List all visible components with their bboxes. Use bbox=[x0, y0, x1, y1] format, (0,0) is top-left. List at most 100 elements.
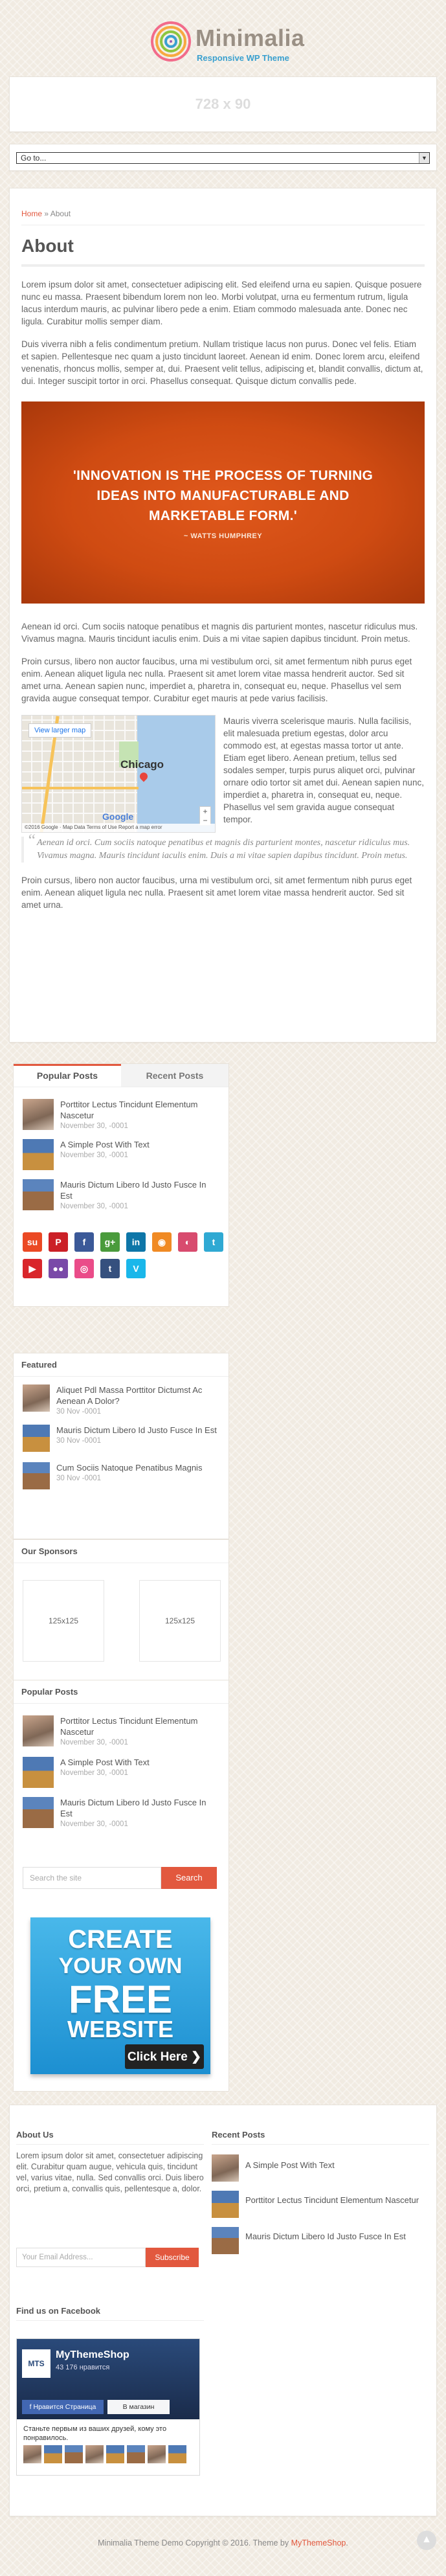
github-icon[interactable]: ◐ bbox=[178, 1232, 197, 1252]
site-tagline: Responsive WP Theme bbox=[197, 53, 289, 63]
top-ad-banner[interactable]: 728 x 90 bbox=[9, 76, 437, 132]
list-item[interactable]: Cum Sociis Natoque Penatibus Magnis 30 N… bbox=[14, 1462, 229, 1500]
breadcrumb-current: About bbox=[50, 209, 71, 218]
facebook-page-logo[interactable]: MTS bbox=[22, 2349, 50, 2378]
vimeo-icon[interactable]: V bbox=[126, 1259, 146, 1278]
sponsor-ad[interactable]: 125x125 bbox=[139, 1580, 221, 1662]
breadcrumb-separator: » bbox=[44, 209, 49, 218]
chevron-down-icon[interactable]: ▼ bbox=[419, 153, 429, 163]
post-thumbnail[interactable] bbox=[212, 2227, 239, 2254]
dribbble-icon[interactable]: ◎ bbox=[74, 1259, 94, 1278]
tab-recent-posts[interactable]: Recent Posts bbox=[121, 1064, 229, 1087]
avatar[interactable] bbox=[168, 2445, 186, 2463]
post-title[interactable]: A Simple Post With Text bbox=[60, 1757, 150, 1768]
google-logo: Google bbox=[102, 811, 134, 822]
post-thumbnail[interactable] bbox=[212, 2154, 239, 2182]
post-title[interactable]: Mauris Dictum Libero Id Justo Fusce In E… bbox=[60, 1797, 219, 1819]
post-thumbnail[interactable] bbox=[23, 1797, 54, 1828]
footer-recent-list: A Simple Post With Text Porttitor Lectus… bbox=[212, 2154, 429, 2263]
embedded-map[interactable]: View larger map Chicago + − Google ©2016 … bbox=[21, 715, 216, 833]
list-item[interactable]: Porttitor Lectus Tincidunt Elementum Nas… bbox=[212, 2191, 429, 2227]
post-title[interactable]: Cum Sociis Natoque Penatibus Magnis bbox=[56, 1462, 202, 1473]
back-to-top-icon[interactable]: ▲ bbox=[417, 2531, 436, 2550]
map-zoom-control[interactable]: + − bbox=[199, 806, 211, 826]
facebook-page-name[interactable]: MyThemeShop bbox=[56, 2349, 129, 2361]
linkedin-icon[interactable]: in bbox=[126, 1232, 146, 1252]
post-title[interactable]: A Simple Post With Text bbox=[245, 2160, 335, 2171]
list-item[interactable]: Mauris Dictum Libero Id Justo Fusce In E… bbox=[14, 1179, 229, 1223]
post-thumbnail[interactable] bbox=[23, 1099, 54, 1130]
post-thumbnail[interactable] bbox=[23, 1384, 50, 1412]
map-attribution: ©2016 Google · Map Data Terms of Use Rep… bbox=[22, 824, 215, 832]
pinterest-icon[interactable]: P bbox=[49, 1232, 68, 1252]
paragraph: Aenean id orci. Cum sociis natoque penat… bbox=[21, 622, 418, 644]
post-title[interactable]: Mauris Dictum Libero Id Justo Fusce In E… bbox=[60, 1179, 219, 1201]
tumblr-icon[interactable]: t bbox=[100, 1259, 120, 1278]
nav-select[interactable]: Go to... ▼ bbox=[16, 152, 430, 164]
footer-about-title: About Us bbox=[16, 2130, 54, 2140]
post-date: November 30, -0001 bbox=[60, 1820, 128, 1828]
mythemeshop-link[interactable]: MyThemeShop bbox=[291, 2538, 346, 2548]
map-road bbox=[22, 787, 139, 789]
post-thumbnail[interactable] bbox=[23, 1462, 50, 1489]
avatar[interactable] bbox=[106, 2445, 124, 2463]
avatar[interactable] bbox=[148, 2445, 166, 2463]
post-thumbnail[interactable] bbox=[23, 1179, 54, 1210]
list-item[interactable]: Mauris Dictum Libero Id Justo Fusce In E… bbox=[14, 1425, 229, 1462]
widget-title: Featured bbox=[14, 1353, 229, 1377]
post-thumbnail[interactable] bbox=[212, 2191, 239, 2218]
promo-line: YOUR OWN bbox=[58, 1954, 183, 1978]
quote-image-author: ~ WATTS HUMPHREY bbox=[183, 532, 263, 540]
search-input[interactable]: Search the site bbox=[23, 1867, 161, 1889]
post-title[interactable]: Mauris Dictum Libero Id Justo Fusce In E… bbox=[56, 1425, 217, 1436]
post-thumbnail[interactable] bbox=[23, 1715, 54, 1746]
search-button[interactable]: Search bbox=[161, 1867, 217, 1889]
avatar[interactable] bbox=[23, 2445, 41, 2463]
post-title[interactable]: Porttitor Lectus Tincidunt Elementum Nas… bbox=[60, 1715, 219, 1737]
click-here-button[interactable]: Click Here ❯ bbox=[125, 2044, 204, 2069]
widget-title: Our Sponsors bbox=[14, 1540, 229, 1563]
email-field[interactable]: Your Email Address... bbox=[16, 2248, 146, 2267]
post-title[interactable]: Mauris Dictum Libero Id Justo Fusce In E… bbox=[245, 2231, 406, 2242]
facebook-icon[interactable]: f bbox=[74, 1232, 94, 1252]
breadcrumb-home[interactable]: Home bbox=[21, 209, 42, 218]
flickr-icon[interactable]: ●● bbox=[49, 1259, 68, 1278]
youtube-icon[interactable]: ▶ bbox=[23, 1259, 42, 1278]
post-date: 30 Nov -0001 bbox=[56, 1474, 102, 1482]
blockquote-text: Aenean id orci. Cum sociis natoque penat… bbox=[37, 838, 410, 861]
facebook-store-button[interactable]: В магазин bbox=[107, 2400, 170, 2414]
subscribe-button[interactable]: Subscribe bbox=[146, 2248, 199, 2267]
avatar[interactable] bbox=[65, 2445, 83, 2463]
list-item[interactable]: A Simple Post With Text bbox=[212, 2154, 429, 2191]
list-item[interactable]: Aliquet Pdl Massa Porttitor Dictumst Ac … bbox=[14, 1384, 229, 1425]
post-thumbnail[interactable] bbox=[23, 1425, 50, 1452]
post-title[interactable]: Porttitor Lectus Tincidunt Elementum Nas… bbox=[245, 2195, 419, 2206]
rss-icon[interactable]: ◉ bbox=[152, 1232, 172, 1252]
facebook-like-box[interactable]: MTS MyThemeShop 43 176 нравится f Нравит… bbox=[16, 2338, 200, 2476]
googleplus-icon[interactable]: g+ bbox=[100, 1232, 120, 1252]
list-item[interactable]: A Simple Post With Text November 30, -00… bbox=[14, 1139, 229, 1179]
twitter-icon[interactable]: t bbox=[204, 1232, 223, 1252]
site-logo[interactable]: Minimalia Responsive WP Theme bbox=[150, 21, 304, 66]
post-title[interactable]: Porttitor Lectus Tincidunt Elementum Nas… bbox=[60, 1099, 219, 1121]
list-item[interactable]: Mauris Dictum Libero Id Justo Fusce In E… bbox=[14, 1797, 229, 1837]
list-item[interactable]: Porttitor Lectus Tincidunt Elementum Nas… bbox=[14, 1099, 229, 1139]
sponsor-ad[interactable]: 125x125 bbox=[23, 1580, 104, 1662]
post-title[interactable]: A Simple Post With Text bbox=[60, 1139, 150, 1150]
post-thumbnail[interactable] bbox=[23, 1757, 54, 1788]
view-larger-map-button[interactable]: View larger map bbox=[28, 723, 92, 738]
divider bbox=[21, 264, 425, 267]
footer-about-text: Lorem ipsum dolor sit amet, consectetuer… bbox=[16, 2151, 204, 2193]
list-item[interactable]: Mauris Dictum Libero Id Justo Fusce In E… bbox=[212, 2227, 429, 2263]
list-item[interactable]: Porttitor Lectus Tincidunt Elementum Nas… bbox=[14, 1715, 229, 1757]
facebook-like-button[interactable]: f Нравится Страница bbox=[22, 2400, 104, 2414]
post-title[interactable]: Aliquet Pdl Massa Porttitor Dictumst Ac … bbox=[56, 1384, 219, 1407]
list-item[interactable]: A Simple Post With Text November 30, -00… bbox=[14, 1757, 229, 1797]
promo-banner[interactable]: CREATE YOUR OWN FREE WEBSITE Click Here … bbox=[30, 1917, 210, 2074]
avatar[interactable] bbox=[44, 2445, 62, 2463]
avatar[interactable] bbox=[85, 2445, 104, 2463]
avatar[interactable] bbox=[127, 2445, 145, 2463]
tab-popular-posts[interactable]: Popular Posts bbox=[14, 1064, 121, 1087]
stumbleupon-icon[interactable]: su bbox=[23, 1232, 42, 1252]
post-thumbnail[interactable] bbox=[23, 1139, 54, 1170]
